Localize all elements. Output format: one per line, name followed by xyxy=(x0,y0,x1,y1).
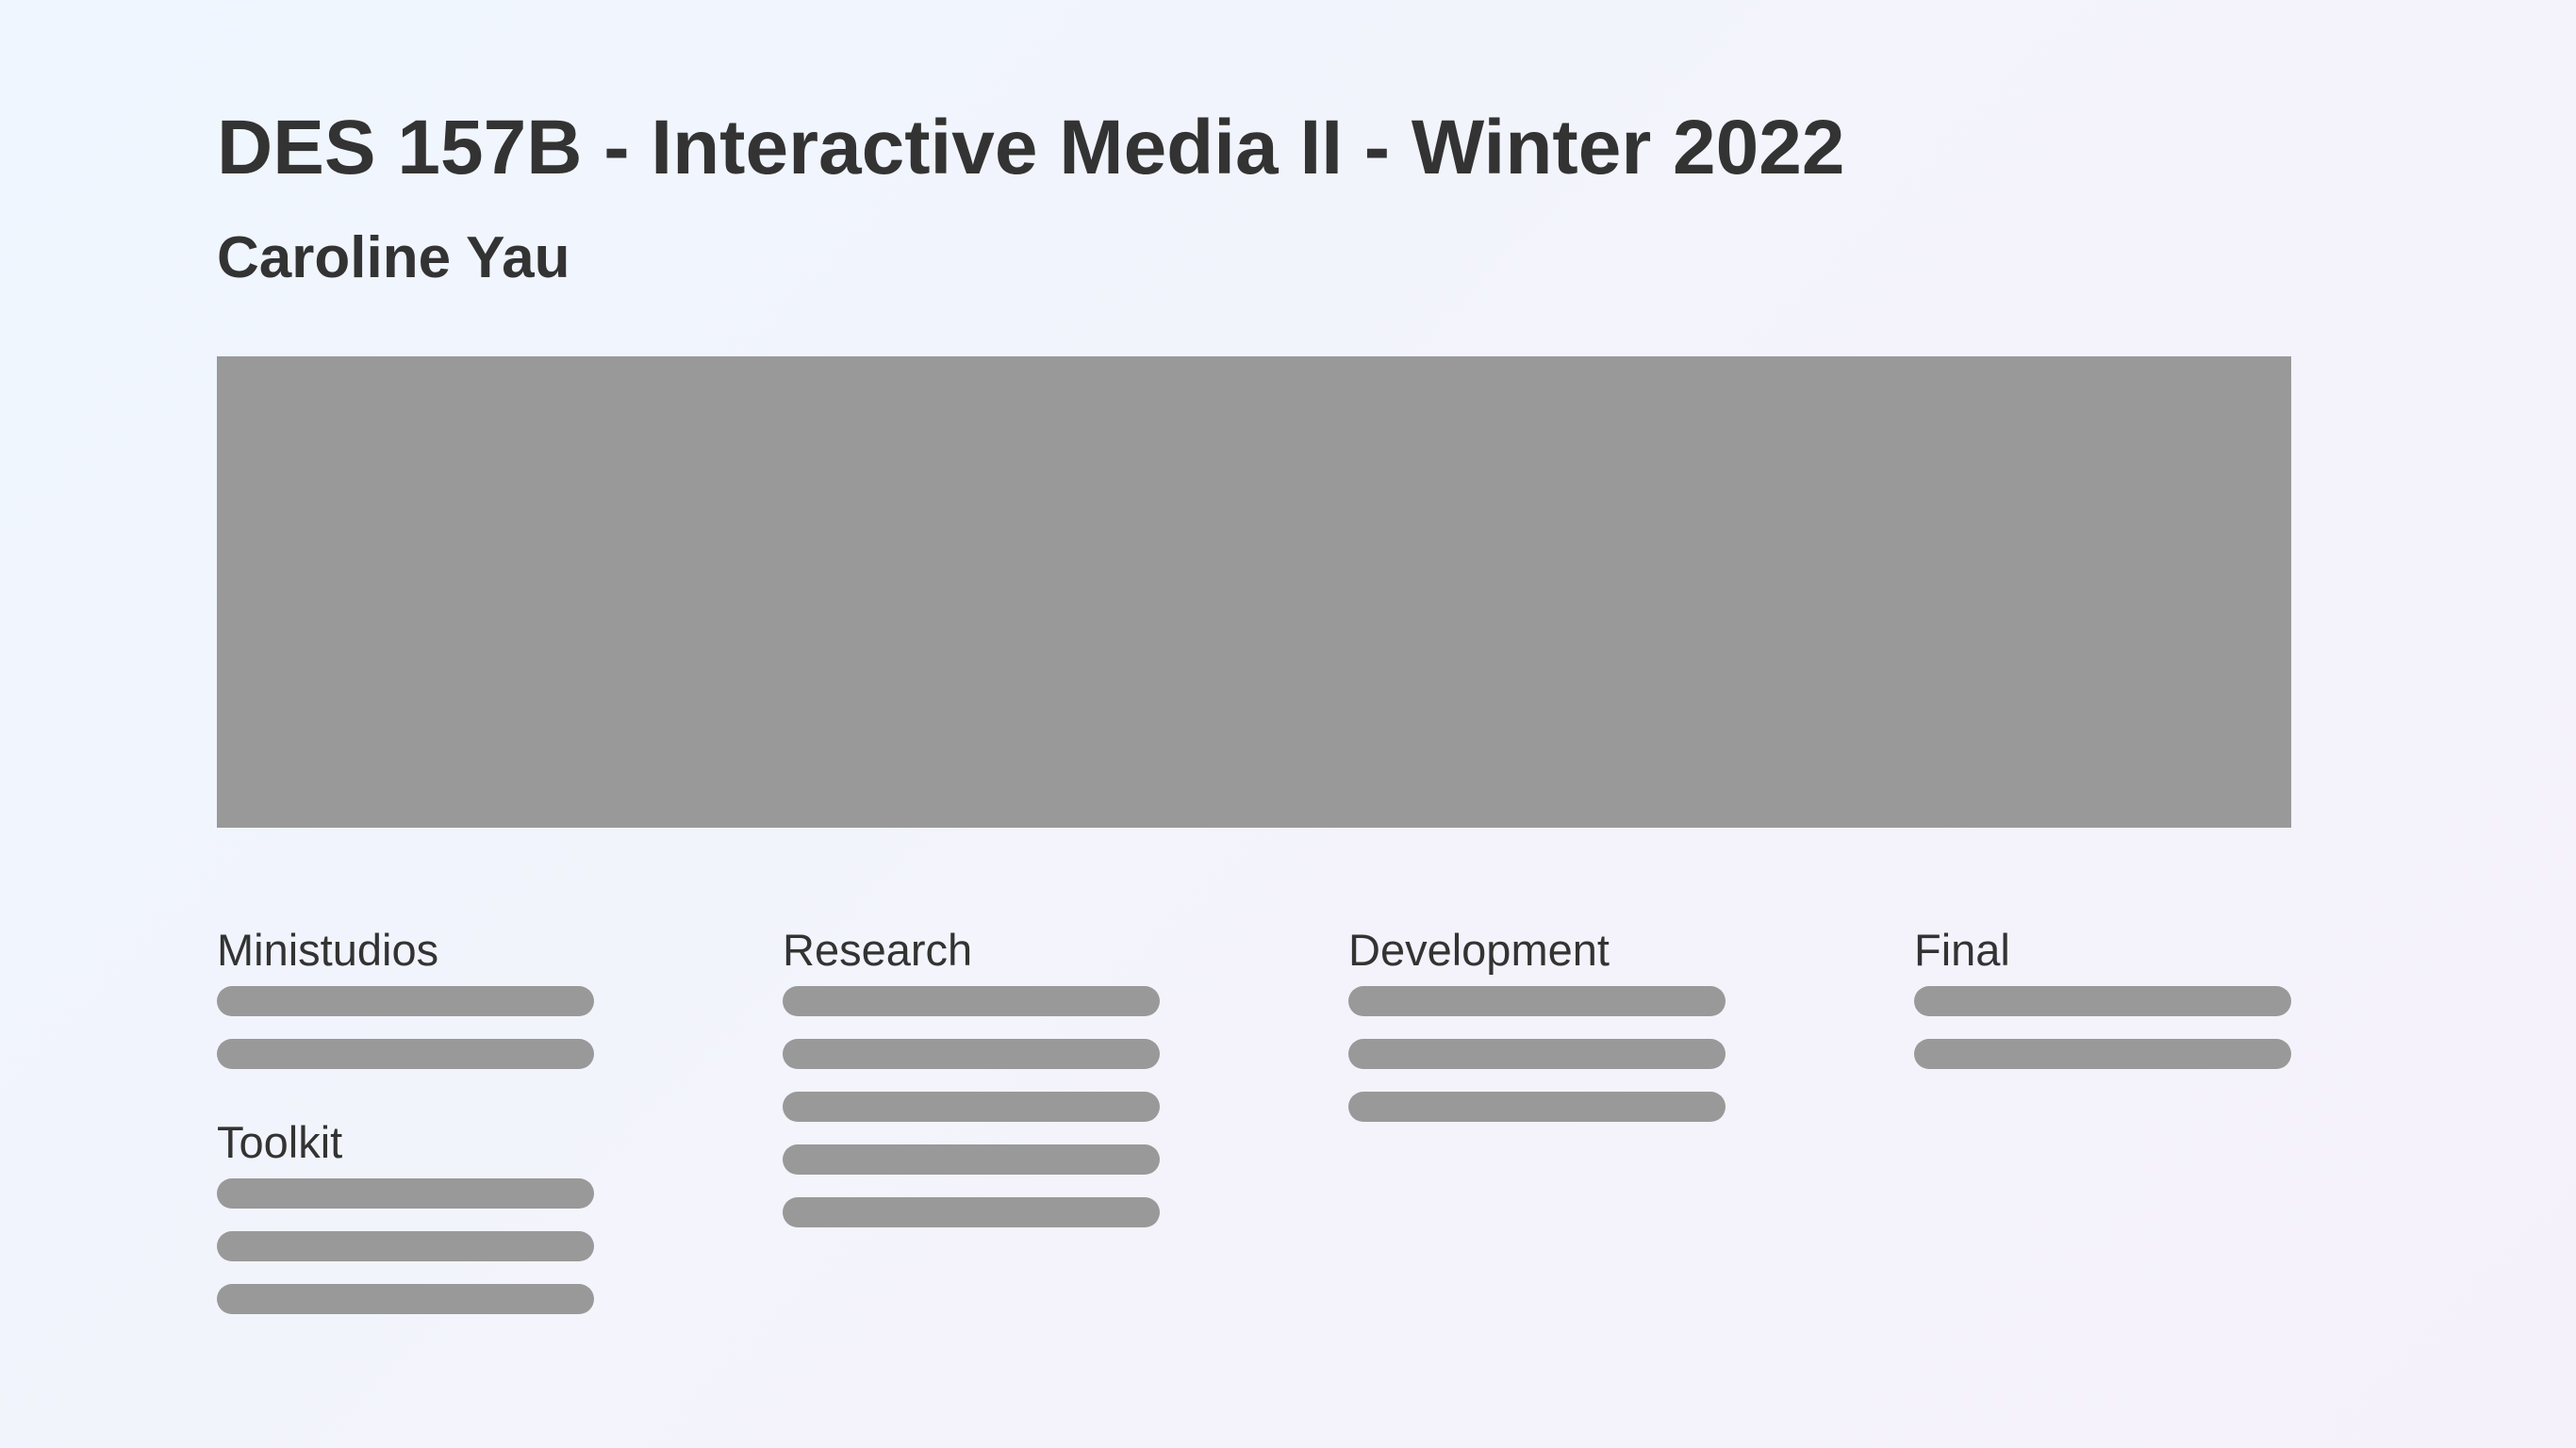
link-placeholder[interactable] xyxy=(1348,986,1726,1016)
link-list xyxy=(783,986,1179,1227)
link-list xyxy=(217,1178,613,1314)
link-placeholder[interactable] xyxy=(783,1039,1160,1069)
section-development: Development xyxy=(1348,924,1744,1122)
link-list xyxy=(1348,986,1744,1122)
link-placeholder[interactable] xyxy=(217,1178,594,1209)
link-list xyxy=(1914,986,2310,1069)
section-research: Research xyxy=(783,924,1179,1227)
section-heading: Research xyxy=(783,925,973,975)
column-1: Ministudios Toolkit xyxy=(217,924,613,1314)
link-placeholder[interactable] xyxy=(783,1197,1160,1227)
column-4: Final xyxy=(1914,924,2310,1069)
link-placeholder[interactable] xyxy=(217,986,594,1016)
author-name: Caroline Yau xyxy=(217,225,570,290)
link-placeholder[interactable] xyxy=(1914,986,2291,1016)
section-heading: Development xyxy=(1348,925,1610,975)
link-placeholder[interactable] xyxy=(1348,1092,1726,1122)
section-heading: Ministudios xyxy=(217,925,439,975)
link-placeholder[interactable] xyxy=(783,986,1160,1016)
section-heading: Final xyxy=(1914,925,2010,975)
link-placeholder[interactable] xyxy=(1348,1039,1726,1069)
section-final: Final xyxy=(1914,924,2310,1069)
link-list xyxy=(217,986,613,1069)
link-placeholder[interactable] xyxy=(783,1092,1160,1122)
link-placeholder[interactable] xyxy=(783,1144,1160,1175)
section-ministudios: Ministudios xyxy=(217,924,613,1069)
section-toolkit: Toolkit xyxy=(217,1116,613,1314)
hero-image-placeholder xyxy=(217,356,2291,828)
column-3: Development xyxy=(1348,924,1744,1122)
page-title: DES 157B - Interactive Media II - Winter… xyxy=(217,105,1845,190)
link-placeholder[interactable] xyxy=(217,1284,594,1314)
link-placeholder[interactable] xyxy=(217,1039,594,1069)
section-heading: Toolkit xyxy=(217,1117,343,1167)
link-placeholder[interactable] xyxy=(217,1231,594,1261)
link-placeholder[interactable] xyxy=(1914,1039,2291,1069)
column-2: Research xyxy=(783,924,1179,1227)
